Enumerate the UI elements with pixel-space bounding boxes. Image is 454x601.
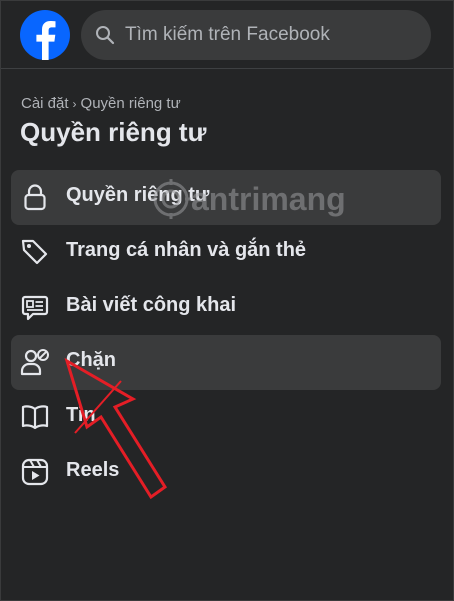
book-icon xyxy=(21,405,49,430)
menu-item-blocking[interactable]: Chặn xyxy=(11,335,441,390)
menu-item-label: Quyền riêng tư xyxy=(66,184,210,206)
breadcrumb-separator: › xyxy=(72,97,77,111)
top-bar xyxy=(1,1,453,69)
page-title: Quyền riêng tư xyxy=(20,117,207,147)
menu-item-reels[interactable]: Reels xyxy=(11,445,441,500)
menu-item-stories[interactable]: Tin xyxy=(11,390,441,445)
search-input[interactable] xyxy=(125,10,415,60)
search-icon xyxy=(96,26,115,45)
block-user-icon xyxy=(20,349,49,376)
search-bar[interactable] xyxy=(81,10,431,60)
breadcrumb-parent-link[interactable]: Cài đặt xyxy=(21,95,69,112)
menu-item-label: Chặn xyxy=(66,349,116,371)
menu-item-profile-tagging[interactable]: Trang cá nhân và gắn thẻ xyxy=(11,225,441,280)
breadcrumb-current: Quyền riêng tư xyxy=(80,95,181,112)
lock-icon xyxy=(24,184,46,211)
privacy-menu: Quyền riêng tư Trang cá nhân và gắn thẻ … xyxy=(11,170,441,500)
reels-icon xyxy=(21,458,49,486)
menu-item-privacy[interactable]: Quyền riêng tư xyxy=(11,170,441,225)
menu-item-label: Trang cá nhân và gắn thẻ xyxy=(66,239,307,261)
public-post-icon xyxy=(21,295,49,321)
menu-item-label: Tin xyxy=(66,404,96,426)
tag-icon xyxy=(21,239,48,265)
facebook-logo-icon[interactable] xyxy=(20,10,70,60)
menu-item-label: Bài viết công khai xyxy=(66,294,237,316)
menu-item-public-posts[interactable]: Bài viết công khai xyxy=(11,280,441,335)
menu-item-label: Reels xyxy=(66,459,120,481)
breadcrumb: Cài đặt › Quyền riêng tư xyxy=(21,95,181,112)
